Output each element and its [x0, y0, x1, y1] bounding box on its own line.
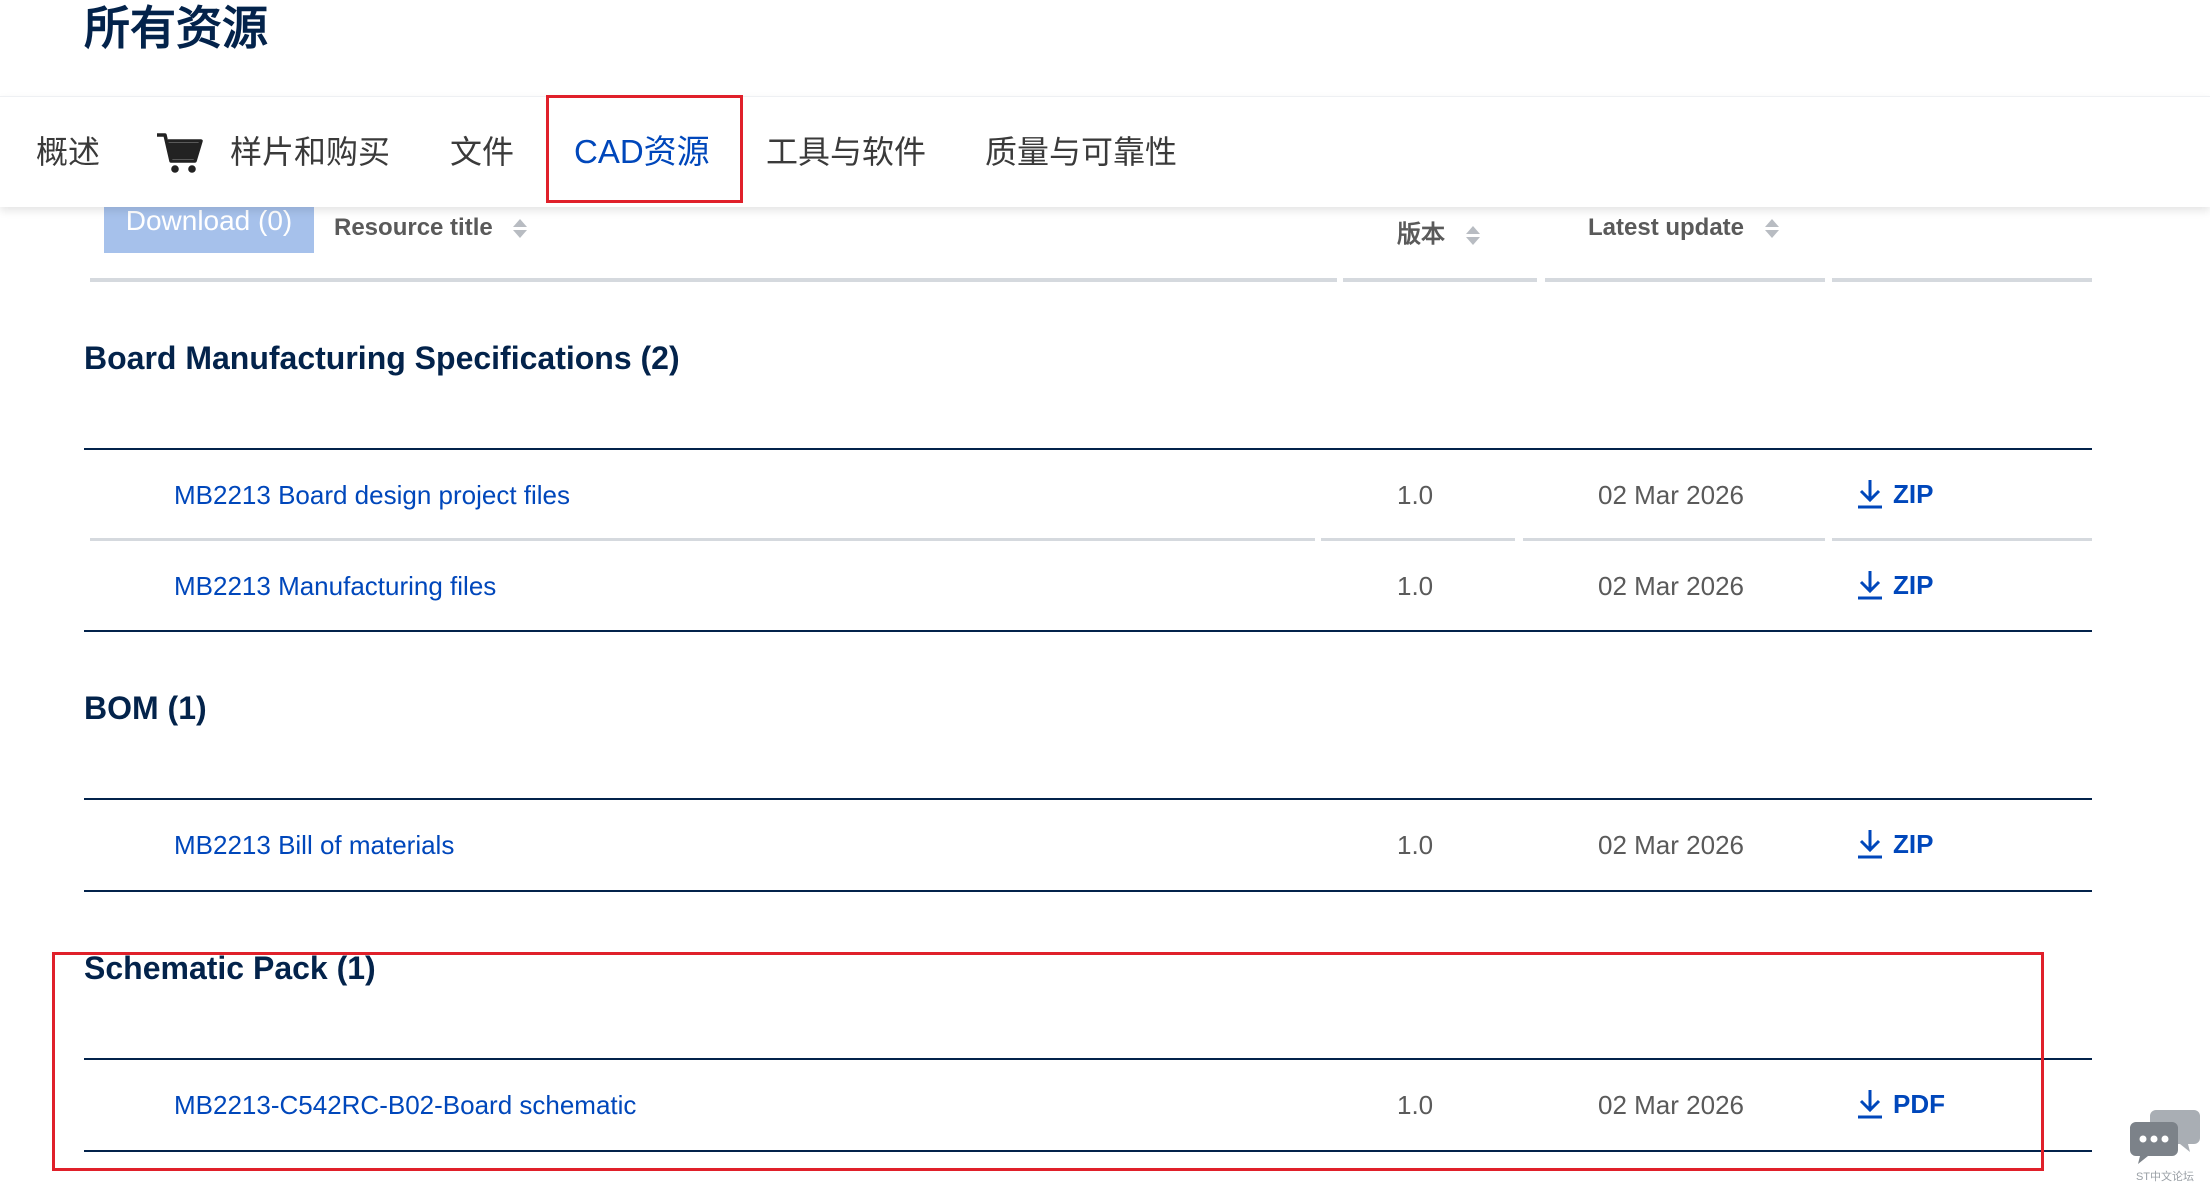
tab-documents[interactable]: 文件 — [450, 97, 514, 207]
resource-link[interactable]: MB2213 Bill of materials — [174, 830, 454, 861]
row-divider — [90, 538, 1315, 541]
column-version-label: 版本 — [1397, 221, 1445, 248]
resource-link[interactable]: MB2213 Manufacturing files — [174, 571, 496, 602]
date-cell: 02 Mar 2026 — [1598, 830, 1744, 860]
forum-label: ST中文论坛 — [2135, 1171, 2195, 1183]
sort-icon — [1764, 219, 1779, 239]
tab-tools-software[interactable]: 工具与软件 — [766, 97, 926, 207]
header-divider — [1545, 278, 1825, 282]
forum-chat-badge[interactable]: ST中文论坛 — [2128, 1104, 2202, 1184]
section-title-board-manufacturing: Board Manufacturing Specifications (2) — [84, 340, 680, 376]
column-latest-update[interactable]: Latest update — [1588, 214, 1779, 242]
tab-bar: 概述 样片和购买 文件 CAD资源 工具与软件 质量与可靠性 — [0, 96, 2210, 207]
date-cell: 02 Mar 2026 — [1598, 571, 1744, 601]
download-zip-button[interactable]: ZIP — [1855, 478, 1933, 510]
row-divider — [1523, 538, 1825, 541]
download-pdf-button[interactable]: PDF — [1855, 1088, 1945, 1120]
format-label: ZIP — [1893, 828, 1934, 859]
row-divider — [1321, 538, 1515, 541]
header-divider — [1343, 278, 1537, 282]
section-rule — [84, 448, 2092, 450]
download-icon — [1858, 830, 1882, 859]
header-divider — [90, 278, 1337, 282]
cart-icon[interactable] — [155, 127, 205, 177]
sort-icon — [513, 219, 528, 239]
format-label: ZIP — [1893, 569, 1934, 600]
table-header: Download (0) Resource title 版本 Latest up… — [0, 200, 2210, 286]
tab-overview[interactable]: 概述 — [36, 97, 100, 207]
tab-cad-resources[interactable]: CAD资源 — [574, 97, 710, 207]
column-latest-update-label: Latest update — [1588, 214, 1745, 241]
resource-link[interactable]: MB2213-C542RC-B02-Board schematic — [174, 1090, 636, 1121]
sort-icon — [1465, 226, 1480, 246]
section-rule — [84, 1150, 2092, 1152]
download-icon — [1858, 1090, 1882, 1119]
date-cell: 02 Mar 2026 — [1598, 1090, 1744, 1120]
download-button[interactable]: Download (0) — [104, 200, 314, 253]
format-label: ZIP — [1893, 478, 1934, 509]
download-icon — [1858, 571, 1882, 600]
section-rule — [84, 890, 2092, 892]
tab-quality-reliability[interactable]: 质量与可靠性 — [985, 97, 1177, 207]
resource-link[interactable]: MB2213 Board design project files — [174, 480, 570, 511]
version-cell: 1.0 — [1397, 830, 1434, 860]
version-cell: 1.0 — [1397, 571, 1434, 601]
section-rule — [84, 1058, 2092, 1060]
section-rule — [84, 798, 2092, 800]
version-cell: 1.0 — [1397, 1090, 1434, 1120]
section-rule — [84, 630, 2092, 632]
download-zip-button[interactable]: ZIP — [1855, 569, 1933, 601]
tab-samples-buy[interactable]: 样片和购买 — [230, 97, 390, 207]
version-cell: 1.0 — [1397, 480, 1434, 510]
date-cell: 02 Mar 2026 — [1598, 480, 1744, 510]
header-divider — [1832, 278, 2092, 282]
column-resource-title[interactable]: Resource title — [334, 214, 528, 242]
chat-bubble-icon — [2130, 1110, 2200, 1164]
column-resource-title-label: Resource title — [334, 214, 493, 241]
section-title-bom: BOM (1) — [84, 690, 207, 726]
section-title-schematic-pack: Schematic Pack (1) — [84, 950, 376, 986]
download-icon — [1858, 480, 1882, 509]
download-zip-button[interactable]: ZIP — [1855, 828, 1933, 860]
page-title: 所有资源 — [84, 1, 268, 55]
row-divider — [1832, 538, 2092, 541]
column-version[interactable]: 版本 — [1397, 214, 1480, 249]
format-label: PDF — [1893, 1088, 1945, 1119]
